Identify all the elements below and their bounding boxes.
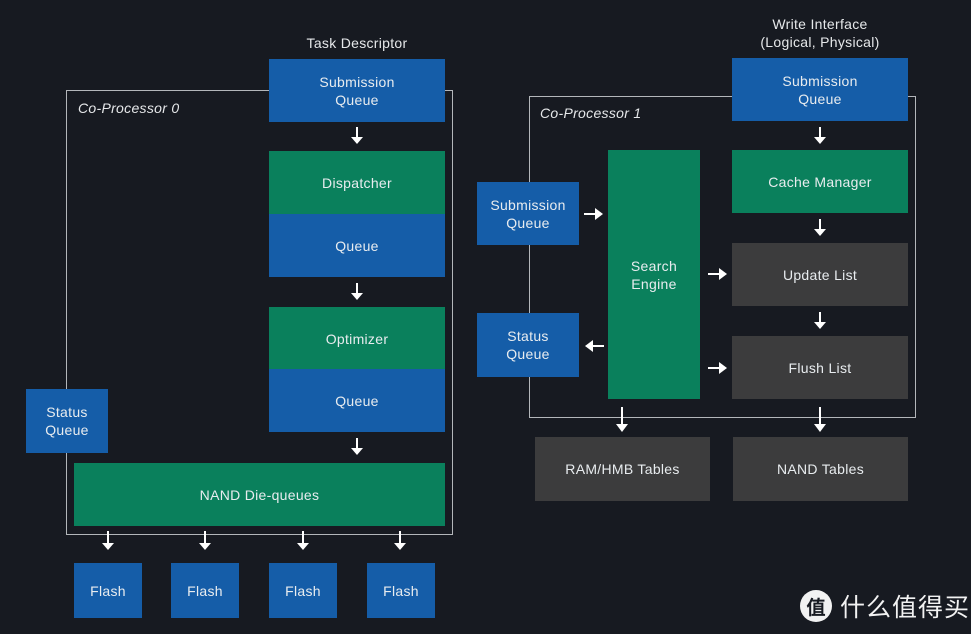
cache-manager-label: Cache Manager — [768, 173, 872, 190]
cp1-status-queue-label: Status Queue — [506, 328, 550, 362]
task-descriptor-caption: Task Descriptor — [306, 35, 408, 51]
cp0-status-queue: Status Queue — [26, 389, 108, 453]
optimizer-queue: Queue — [269, 369, 445, 432]
nand-tables-label: NAND Tables — [776, 461, 865, 477]
arrow-down-icon — [101, 531, 115, 550]
arrow-down-icon — [813, 312, 827, 330]
cp1-status-queue: Status Queue — [477, 313, 579, 377]
cp1-submission-queue: Submission Queue — [477, 182, 579, 245]
arrow-left-icon — [584, 339, 604, 353]
arrow-down-icon — [350, 438, 364, 456]
cp0-status-queue-label: Status Queue — [45, 404, 89, 438]
cache-manager-block: Cache Manager — [732, 150, 908, 213]
flush-list-label: Flush List — [788, 359, 852, 376]
flash-block: Flash — [269, 563, 337, 618]
cp0-submission-queue: Submission Queue — [269, 59, 445, 122]
dispatcher-label: Dispatcher — [322, 174, 392, 191]
arrow-down-icon — [296, 531, 310, 550]
search-engine-block: Search Engine — [608, 150, 700, 399]
write-submission-queue: Submission Queue — [732, 58, 908, 121]
flash-label: Flash — [187, 582, 223, 599]
dispatcher-queue: Queue — [269, 214, 445, 277]
cp1-submission-queue-label: Submission Queue — [490, 196, 566, 231]
update-list-block: Update List — [732, 243, 908, 306]
watermark: 值 什么值得买 — [800, 588, 970, 624]
optimizer-label: Optimizer — [325, 330, 389, 347]
arrow-down-icon — [350, 127, 364, 145]
arrow-down-icon — [198, 531, 212, 550]
watermark-text: 什么值得买 — [840, 593, 971, 622]
nand-tables-block: NAND Tables — [733, 437, 908, 501]
smzdm-logo-icon: 值 — [800, 590, 832, 622]
coprocessor-1-label: Co-Processor 1 — [540, 105, 642, 121]
arrow-down-icon — [393, 531, 407, 550]
flash-block: Flash — [367, 563, 435, 618]
arrow-down-icon — [813, 219, 827, 237]
flash-block: Flash — [74, 563, 142, 618]
arrow-right-icon — [584, 207, 604, 221]
dispatcher-block: Dispatcher — [269, 151, 445, 214]
flush-list-block: Flush List — [732, 336, 908, 399]
cp0-submission-queue-label: Submission Queue — [319, 73, 395, 108]
update-list-label: Update List — [782, 266, 858, 283]
arrow-right-icon — [708, 361, 728, 375]
ram-hmb-tables-block: RAM/HMB Tables — [535, 437, 710, 501]
arrow-down-icon — [813, 127, 827, 145]
arrow-down-icon — [813, 407, 827, 433]
nand-die-queues-label: NAND Die-queues — [199, 486, 320, 503]
coprocessor-0-label: Co-Processor 0 — [78, 100, 180, 116]
flash-label: Flash — [285, 582, 321, 599]
flash-label: Flash — [90, 582, 126, 599]
search-engine-label: Search Engine — [630, 257, 678, 292]
arrow-down-icon — [615, 407, 629, 433]
nand-die-queues-block: NAND Die-queues — [74, 463, 445, 526]
ram-hmb-tables-label: RAM/HMB Tables — [565, 461, 680, 477]
write-submission-queue-label: Submission Queue — [782, 72, 858, 107]
optimizer-block: Optimizer — [269, 307, 445, 370]
flash-block: Flash — [171, 563, 239, 618]
arrow-down-icon — [350, 283, 364, 301]
optimizer-queue-label: Queue — [335, 392, 379, 409]
dispatcher-queue-label: Queue — [335, 237, 379, 254]
arrow-right-icon — [708, 267, 728, 281]
flash-label: Flash — [383, 582, 419, 599]
write-interface-caption: Write Interface (Logical, Physical) — [760, 16, 880, 50]
